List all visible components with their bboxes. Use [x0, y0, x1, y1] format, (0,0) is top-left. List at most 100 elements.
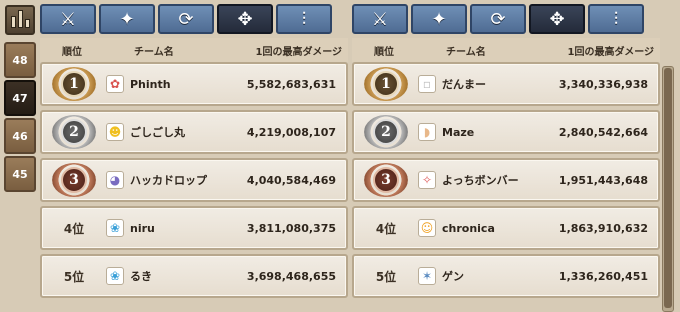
- ranking-row[interactable]: 2 ◗ Maze 2,840,542,664: [352, 110, 660, 154]
- team-avatar-icon: ✿: [106, 75, 124, 93]
- rank-label: 5位: [63, 269, 85, 284]
- team-name: niru: [130, 221, 155, 235]
- max-damage-value: 3,811,080,375: [246, 221, 336, 235]
- ranking-row[interactable]: 4位 ☺ chronica 1,863,910,632: [352, 206, 660, 250]
- team-cell: ◗ Maze: [418, 123, 546, 141]
- team-name: よっちボンバー: [442, 174, 519, 187]
- max-damage-value: 4,040,584,469: [246, 173, 336, 187]
- tab-claw-weapon[interactable]: ⫶: [588, 4, 644, 34]
- tab-crossed-swords[interactable]: ⚔: [352, 4, 408, 34]
- silver-medal-icon: 2: [42, 112, 106, 152]
- max-damage-value: 1,951,443,648: [558, 173, 648, 187]
- max-damage-value: 5,582,683,631: [246, 77, 336, 91]
- bronze-medal-icon: 3: [42, 160, 106, 200]
- column-header: 順位 チーム名 1回の最高ダメージ: [40, 38, 348, 62]
- team-cell: ✶ ゲン: [418, 267, 546, 285]
- season-tab-list: 48 47 46 45: [4, 42, 36, 194]
- gold-medal-icon: 1: [42, 64, 106, 104]
- team-cell: ✿ Phinth: [106, 75, 234, 93]
- ranking-row[interactable]: 3 ◕ ハッカドロップ 4,040,584,469: [40, 158, 348, 202]
- team-name: るき: [130, 270, 152, 283]
- bow-icon: ⟳: [178, 8, 194, 30]
- ranking-row[interactable]: 4位 ❀ niru 3,811,080,375: [40, 206, 348, 250]
- team-avatar-icon: ☻: [106, 123, 124, 141]
- column-header: 順位 チーム名 1回の最高ダメージ: [352, 38, 660, 62]
- team-name: だんまー: [442, 78, 486, 91]
- crossed-swords-icon: ⚔: [371, 8, 389, 30]
- damage-column-header: 1回の最高ダメージ: [255, 46, 342, 58]
- damage-column-header: 1回の最高ダメージ: [567, 46, 654, 58]
- team-avatar-icon: ✧: [418, 171, 436, 189]
- max-damage-value: 4,219,008,107: [246, 125, 336, 139]
- rank-number: 3: [61, 167, 87, 193]
- crosshair-icon: ✥: [549, 8, 565, 30]
- team-cell: ☻ ごしごし丸: [106, 123, 234, 141]
- scrollbar-thumb[interactable]: [664, 68, 672, 308]
- max-damage-value: 2,840,542,664: [558, 125, 648, 139]
- ranking-row[interactable]: 1 ▫ だんまー 3,340,336,938: [352, 62, 660, 106]
- max-damage-value: 1,863,910,632: [558, 221, 648, 235]
- ranking-chart-icon[interactable]: [5, 5, 35, 35]
- rank-number: 3: [373, 167, 399, 193]
- team-cell: ✧ よっちボンバー: [418, 171, 546, 189]
- max-damage-value: 3,698,468,655: [246, 269, 336, 283]
- team-cell: ☺ chronica: [418, 219, 546, 237]
- tab-magic-staff[interactable]: ✦: [411, 4, 467, 34]
- gold-medal-icon: 1: [354, 64, 418, 104]
- magic-staff-icon: ✦: [119, 8, 135, 30]
- ranking-row[interactable]: 3 ✧ よっちボンバー 1,951,443,648: [352, 158, 660, 202]
- tab-bow[interactable]: ⟳: [158, 4, 214, 34]
- silver-medal-icon: 2: [354, 112, 418, 152]
- ranking-row[interactable]: 5位 ❀ るき 3,698,468,655: [40, 254, 348, 298]
- ranking-panel-right: ⚔ ✦ ⟳ ✥ ⫶ 順位 チーム名 1回の最高ダメージ 1 ▫ だんまー 3,340,…: [352, 4, 660, 312]
- bronze-medal-icon: 3: [354, 160, 418, 200]
- team-column-header: チーム名: [134, 46, 174, 58]
- weapon-tab-bar: ⚔ ✦ ⟳ ✥ ⫶: [40, 4, 348, 34]
- tab-crossed-swords[interactable]: ⚔: [40, 4, 96, 34]
- ranking-row[interactable]: 1 ✿ Phinth 5,582,683,631: [40, 62, 348, 106]
- tab-bow[interactable]: ⟳: [470, 4, 526, 34]
- rank-label: 4位: [63, 221, 85, 236]
- rank-number: 1: [61, 71, 87, 97]
- team-avatar-icon: ▫: [418, 75, 436, 93]
- claw-weapon-icon: ⫶: [613, 8, 619, 30]
- team-avatar-icon: ✶: [418, 267, 436, 285]
- team-avatar-icon: ☺: [418, 219, 436, 237]
- rank-number: 2: [61, 119, 87, 145]
- ranking-list-right: 1 ▫ だんまー 3,340,336,938 2 ◗ Maze 2,840,542,664 3 ✧…: [352, 62, 660, 298]
- tab-magic-staff[interactable]: ✦: [99, 4, 155, 34]
- season-tab-45[interactable]: 45: [4, 156, 36, 192]
- season-tab-47[interactable]: 47: [4, 80, 36, 116]
- team-avatar-icon: ❀: [106, 219, 124, 237]
- team-name: ゲン: [442, 270, 464, 283]
- rank-number: 1: [373, 71, 399, 97]
- tab-claw-weapon[interactable]: ⫶: [276, 4, 332, 34]
- ranking-list-left: 1 ✿ Phinth 5,582,683,631 2 ☻ ごしごし丸 4,219,008,10…: [40, 62, 348, 298]
- team-name: ハッカドロップ: [130, 174, 207, 187]
- crossed-swords-icon: ⚔: [59, 8, 77, 30]
- team-column-header: チーム名: [446, 46, 486, 58]
- rank-number: 2: [373, 119, 399, 145]
- ranking-screen: 48 47 46 45 ⚔ ✦ ⟳ ✥ ⫶ 順位 チーム名 1回の最高ダメージ …: [0, 0, 680, 312]
- season-tab-46[interactable]: 46: [4, 118, 36, 154]
- claw-weapon-icon: ⫶: [301, 8, 307, 30]
- team-name: Maze: [442, 125, 475, 139]
- magic-staff-icon: ✦: [431, 8, 447, 30]
- ranking-scrollbar[interactable]: [662, 66, 674, 312]
- rank-label: 5位: [375, 269, 397, 284]
- season-tab-48[interactable]: 48: [4, 42, 36, 78]
- team-cell: ◕ ハッカドロップ: [106, 171, 234, 189]
- rank-column-header: 順位: [374, 46, 394, 58]
- tab-crosshair[interactable]: ✥: [217, 4, 273, 34]
- bow-icon: ⟳: [490, 8, 506, 30]
- team-name: Phinth: [130, 77, 171, 91]
- team-avatar-icon: ◕: [106, 171, 124, 189]
- ranking-row[interactable]: 2 ☻ ごしごし丸 4,219,008,107: [40, 110, 348, 154]
- ranking-row[interactable]: 5位 ✶ ゲン 1,336,260,451: [352, 254, 660, 298]
- tab-crosshair[interactable]: ✥: [529, 4, 585, 34]
- weapon-tab-bar: ⚔ ✦ ⟳ ✥ ⫶: [352, 4, 660, 34]
- team-avatar-icon: ❀: [106, 267, 124, 285]
- team-cell: ❀ niru: [106, 219, 234, 237]
- max-damage-value: 3,340,336,938: [558, 77, 648, 91]
- team-name: ごしごし丸: [130, 126, 185, 139]
